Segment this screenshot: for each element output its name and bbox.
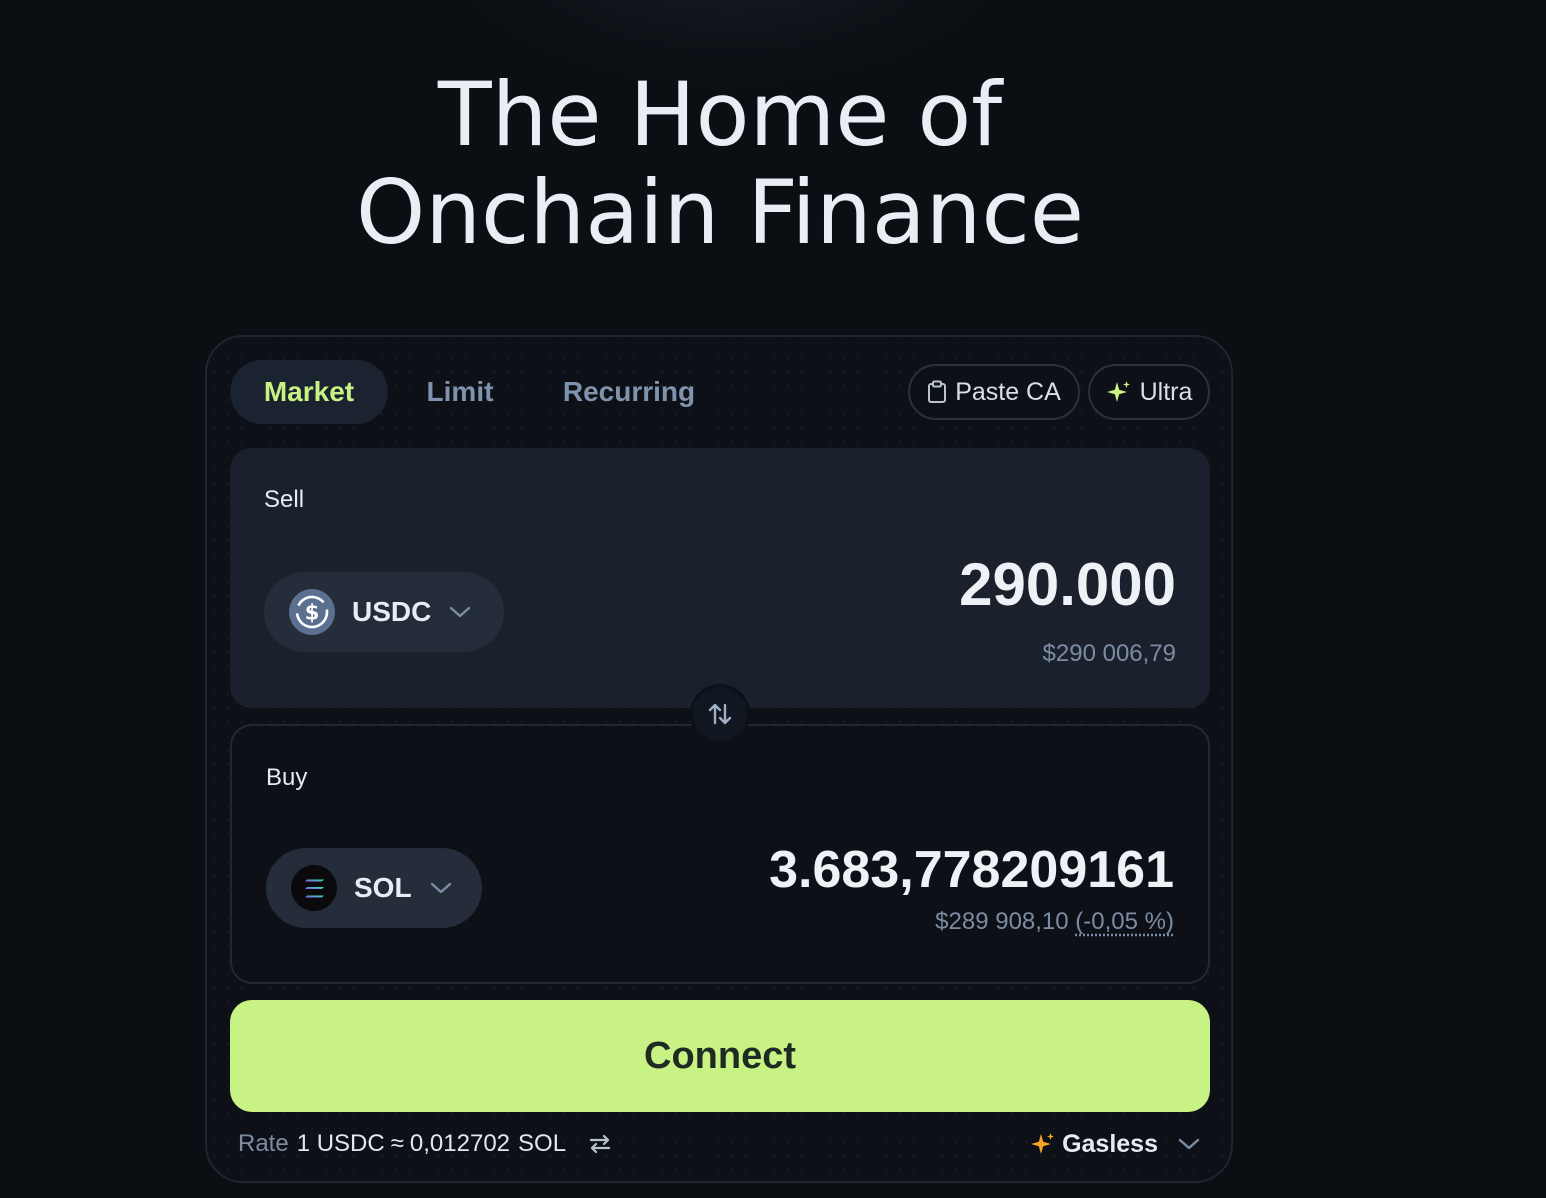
gasless-toggle[interactable]: Gasless: [1030, 1128, 1200, 1160]
sell-panel: Sell $ USDC 290.000 $290 006,79: [230, 448, 1210, 708]
buy-usd-value-row: $289 908,10 (-0,05 %): [935, 908, 1174, 936]
rate-to-symbol: SOL: [518, 1130, 567, 1157]
gasless-label: Gasless: [1062, 1129, 1158, 1158]
rate-approx-symbol: ≈: [390, 1130, 404, 1157]
tab-limit[interactable]: Limit: [404, 360, 516, 424]
sol-icon: [290, 864, 338, 912]
svg-text:$: $: [305, 601, 320, 625]
chevron-down-icon: [1178, 1137, 1200, 1151]
swap-arrows-icon: [705, 699, 735, 729]
sell-label: Sell: [264, 486, 305, 513]
sell-token-selector[interactable]: $ USDC: [264, 572, 504, 652]
invert-rate-icon[interactable]: [588, 1133, 612, 1155]
rate-label: Rate: [238, 1130, 289, 1157]
paste-ca-button[interactable]: Paste CA: [908, 364, 1080, 420]
sparkle-icon: [1106, 379, 1132, 405]
buy-panel: Buy SOL 3.683,778209161 $289 908,10 (-0,…: [230, 724, 1210, 984]
clipboard-icon: [927, 380, 947, 404]
buy-token-selector[interactable]: SOL: [266, 848, 482, 928]
sell-amount-input[interactable]: 290.000: [959, 550, 1176, 619]
ultra-mode-button[interactable]: Ultra: [1088, 364, 1210, 420]
buy-amount-output: 3.683,778209161: [769, 841, 1174, 899]
page-title-line-2: Onchain Finance: [356, 161, 1084, 264]
price-impact[interactable]: (-0,05 %): [1075, 908, 1174, 935]
sell-usd-value: $290 006,79: [1042, 640, 1176, 667]
paste-ca-label: Paste CA: [955, 377, 1061, 406]
ultra-label: Ultra: [1139, 377, 1193, 406]
sparkle-icon: [1030, 1131, 1056, 1157]
swap-direction-button[interactable]: [690, 684, 750, 744]
chevron-down-icon: [449, 605, 471, 619]
tab-market[interactable]: Market: [230, 360, 388, 424]
chevron-down-icon: [430, 881, 452, 895]
sell-token-symbol: USDC: [352, 596, 432, 627]
page-title: The Home of Onchain Finance: [0, 66, 1440, 262]
page-title-line-1: The Home of: [437, 63, 1003, 166]
tab-recurring[interactable]: Recurring: [544, 360, 714, 424]
rate-value: 0,012702: [409, 1130, 511, 1157]
usdc-icon: $: [288, 588, 336, 636]
buy-token-symbol: SOL: [354, 872, 412, 903]
exchange-rate: Rate 1 USDC ≈ 0,012702 SOL: [238, 1128, 612, 1160]
buy-usd-value: $289 908,10: [935, 908, 1069, 935]
connect-button[interactable]: Connect: [230, 1000, 1210, 1112]
buy-label: Buy: [266, 764, 308, 791]
rate-from: 1 USDC: [296, 1130, 385, 1157]
